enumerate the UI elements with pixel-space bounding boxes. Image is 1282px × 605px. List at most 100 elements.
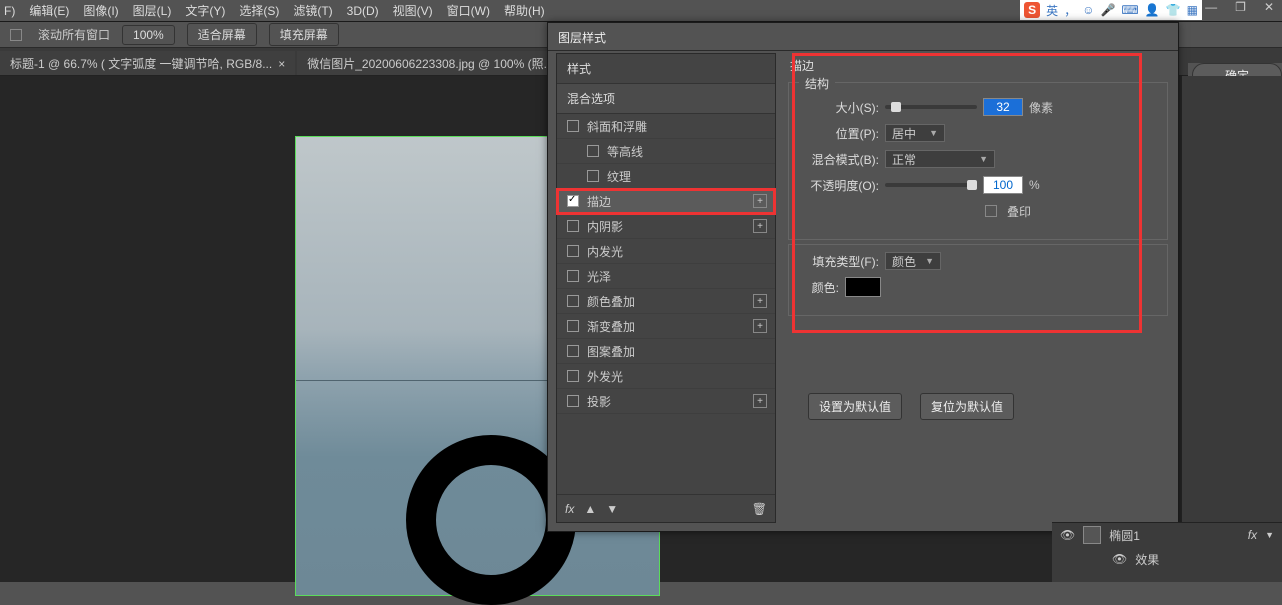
style-item-8[interactable]: 渐变叠加 + xyxy=(557,314,775,339)
style-item-9[interactable]: 图案叠加 xyxy=(557,339,775,364)
ime-smile-icon[interactable]: ☺ xyxy=(1082,3,1094,17)
fit-screen-button[interactable]: 适合屏幕 xyxy=(187,23,257,46)
arrow-up-icon[interactable]: ▲ xyxy=(584,502,596,516)
chevron-down-icon: ▼ xyxy=(929,128,938,138)
style-item-0[interactable]: 斜面和浮雕 xyxy=(557,114,775,139)
layer-effects-row[interactable]: 👁 效果 xyxy=(1052,547,1282,571)
tab-doc-1[interactable]: 标题-1 @ 66.7% ( 文字弧度 一键调节哈, RGB/8... × xyxy=(0,51,295,75)
style-checkbox[interactable] xyxy=(587,145,599,157)
style-item-11[interactable]: 投影 + xyxy=(557,389,775,414)
style-item-3[interactable]: 描边+ xyxy=(557,189,775,214)
reset-default-button[interactable]: 复位为默认值 xyxy=(920,393,1014,420)
size-input[interactable]: 32 xyxy=(983,98,1023,116)
stroke-section-title: 描边 xyxy=(788,53,1168,78)
restore-icon[interactable]: ❐ xyxy=(1235,0,1246,14)
style-checkbox[interactable] xyxy=(567,120,579,132)
style-label: 等高线 xyxy=(607,143,643,160)
layer-thumb[interactable] xyxy=(1083,526,1101,544)
style-checkbox[interactable] xyxy=(587,170,599,182)
opacity-label: 不透明度(O): xyxy=(801,177,879,194)
menu-filter[interactable]: 滤镜(T) xyxy=(293,2,332,19)
fill-fieldset: 填充类型(F): 颜色▼ 颜色: xyxy=(788,244,1168,316)
ime-grid-icon[interactable]: ▦ xyxy=(1187,3,1198,17)
style-checkbox[interactable] xyxy=(567,345,579,357)
zoom-value[interactable]: 100% xyxy=(122,25,175,45)
style-checkbox[interactable] xyxy=(567,195,579,207)
close-icon[interactable]: ✕ xyxy=(1264,0,1274,14)
filltype-value: 颜色 xyxy=(892,253,916,270)
ime-shirt-icon[interactable]: 👕 xyxy=(1166,3,1181,17)
styles-footer: fx ▲ ▼ 🗑 xyxy=(557,494,775,522)
styles-header[interactable]: 样式 xyxy=(557,54,775,84)
filltype-dropdown[interactable]: 颜色 ▼ xyxy=(885,252,941,270)
arrow-down-icon[interactable]: ▼ xyxy=(606,502,618,516)
style-checkbox[interactable] xyxy=(567,220,579,232)
style-item-5[interactable]: 内发光 xyxy=(557,239,775,264)
opacity-input[interactable]: 100 xyxy=(983,176,1023,194)
visibility-eye-icon[interactable]: 👁 xyxy=(1112,552,1127,566)
blendmode-dropdown[interactable]: 正常▼ xyxy=(885,150,995,168)
style-label: 投影 xyxy=(587,393,611,410)
add-effect-icon[interactable]: + xyxy=(753,194,767,208)
ime-mic-icon[interactable]: 🎤 xyxy=(1100,3,1115,17)
menu-window[interactable]: 窗口(W) xyxy=(447,2,490,19)
style-label: 渐变叠加 xyxy=(587,318,635,335)
menu-help[interactable]: 帮助(H) xyxy=(504,2,545,19)
style-label: 图案叠加 xyxy=(587,343,635,360)
menu-3d[interactable]: 3D(D) xyxy=(347,4,379,18)
add-effect-icon[interactable]: + xyxy=(753,394,767,408)
opacity-slider[interactable] xyxy=(885,183,977,187)
style-item-4[interactable]: 内阴影+ xyxy=(557,214,775,239)
tab-doc-1-label: 标题-1 @ 66.7% ( 文字弧度 一键调节哈, RGB/8... xyxy=(10,57,272,71)
style-label: 内发光 xyxy=(587,243,623,260)
style-checkbox[interactable] xyxy=(567,295,579,307)
ime-comma-icon[interactable]: ， xyxy=(1064,2,1076,19)
style-item-10[interactable]: 外发光 xyxy=(557,364,775,389)
blend-options-header[interactable]: 混合选项 xyxy=(557,84,775,114)
menu-select[interactable]: 选择(S) xyxy=(239,2,279,19)
visibility-eye-icon[interactable]: 👁 xyxy=(1060,528,1075,542)
layer-row-ellipse[interactable]: 👁 椭圆1 fx▼ xyxy=(1052,523,1282,547)
set-default-button[interactable]: 设置为默认值 xyxy=(808,393,902,420)
ime-keyboard-icon[interactable]: ⌨ xyxy=(1121,3,1138,17)
menu-edit[interactable]: 编辑(E) xyxy=(29,2,69,19)
sogou-icon[interactable]: S xyxy=(1024,2,1040,18)
ime-person-icon[interactable]: 👤 xyxy=(1145,3,1160,17)
style-checkbox[interactable] xyxy=(567,320,579,332)
tab-doc-2[interactable]: 微信图片_20200606223308.jpg @ 100% (照... xyxy=(297,51,563,75)
trash-icon[interactable]: 🗑 xyxy=(752,502,767,516)
fx-badge[interactable]: fx xyxy=(1248,528,1257,542)
menu-type[interactable]: 文字(Y) xyxy=(185,2,225,19)
style-item-2[interactable]: 纹理 xyxy=(557,164,775,189)
minimize-icon[interactable]: — xyxy=(1205,0,1217,14)
fill-screen-button[interactable]: 填充屏幕 xyxy=(269,23,339,46)
chevron-down-icon: ▼ xyxy=(925,256,934,266)
overprint-checkbox[interactable] xyxy=(985,205,997,217)
scroll-all-checkbox[interactable] xyxy=(10,29,22,41)
ime-lang[interactable]: 英 xyxy=(1046,2,1058,19)
fx-label[interactable]: fx xyxy=(565,502,574,516)
menu-file[interactable]: F) xyxy=(4,4,15,18)
add-effect-icon[interactable]: + xyxy=(753,219,767,233)
style-item-1[interactable]: 等高线 xyxy=(557,139,775,164)
overprint-label: 叠印 xyxy=(1007,203,1031,220)
add-effect-icon[interactable]: + xyxy=(753,294,767,308)
tab-close-icon[interactable]: × xyxy=(278,57,285,71)
menu-view[interactable]: 视图(V) xyxy=(393,2,433,19)
style-checkbox[interactable] xyxy=(567,270,579,282)
position-label: 位置(P): xyxy=(801,125,879,142)
add-effect-icon[interactable]: + xyxy=(753,319,767,333)
style-checkbox[interactable] xyxy=(567,395,579,407)
chevron-down-icon[interactable]: ▼ xyxy=(1265,530,1274,540)
menu-layer[interactable]: 图层(L) xyxy=(133,2,172,19)
menu-image[interactable]: 图像(I) xyxy=(83,2,118,19)
style-checkbox[interactable] xyxy=(567,245,579,257)
size-slider[interactable] xyxy=(885,105,977,109)
position-dropdown[interactable]: 居中▼ xyxy=(885,124,945,142)
style-item-7[interactable]: 颜色叠加+ xyxy=(557,289,775,314)
color-swatch[interactable] xyxy=(845,277,881,297)
scroll-all-label: 滚动所有窗口 xyxy=(38,26,110,43)
style-item-6[interactable]: 光泽 xyxy=(557,264,775,289)
style-checkbox[interactable] xyxy=(567,370,579,382)
chevron-down-icon: ▼ xyxy=(979,154,988,164)
